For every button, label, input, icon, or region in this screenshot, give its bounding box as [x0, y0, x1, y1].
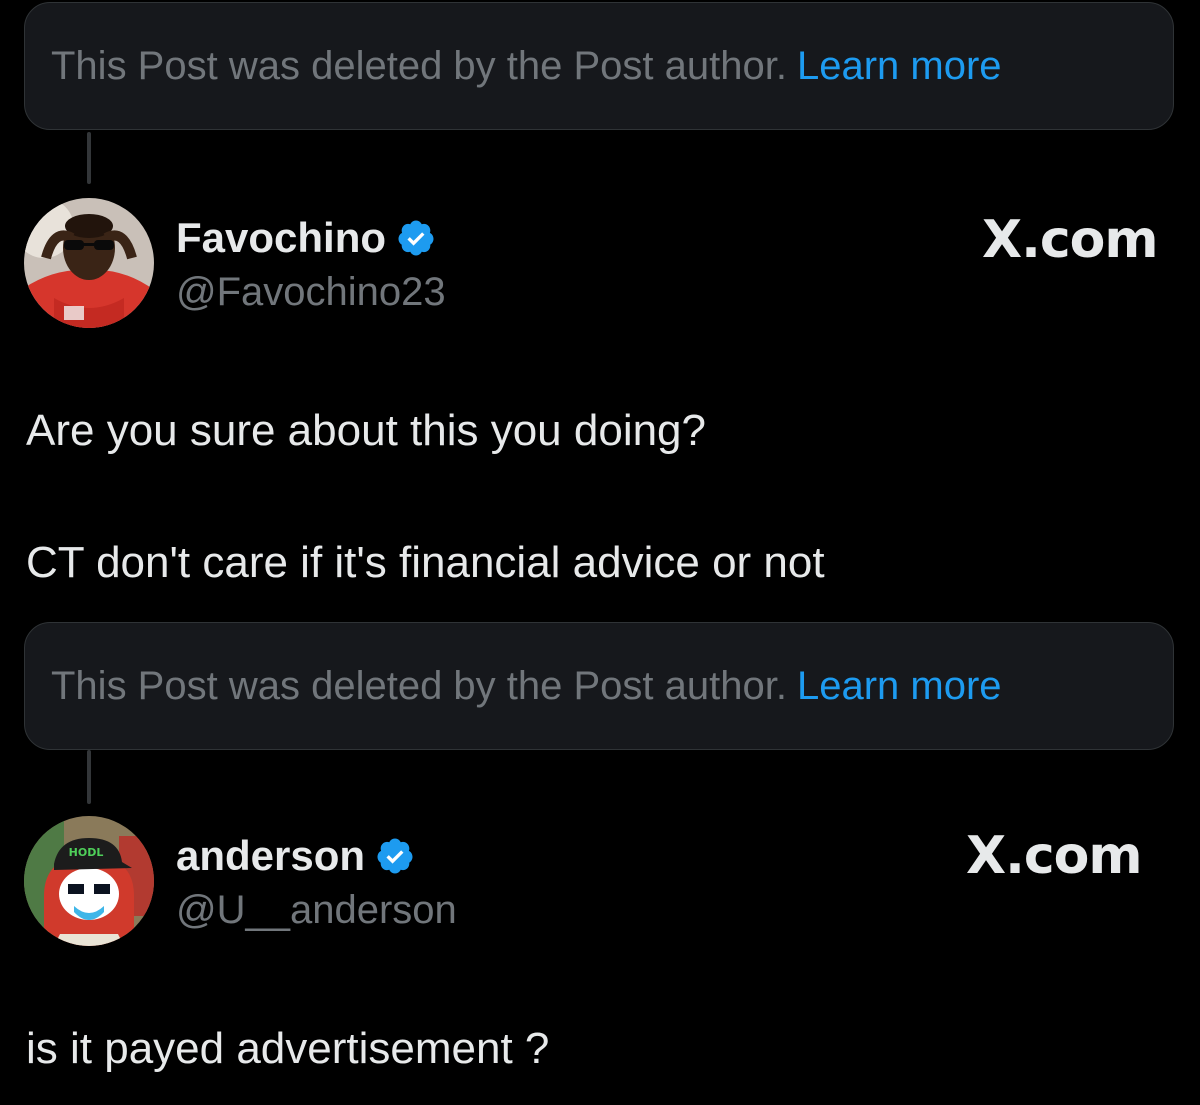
deleted-post-card: This Post was deleted by the Post author…	[24, 622, 1174, 750]
post-text-line: CT don't care if it's financial advice o…	[26, 538, 825, 587]
learn-more-link[interactable]: Learn more	[797, 44, 1002, 89]
user-handle[interactable]: @Favochino23	[176, 270, 446, 315]
xcom-brand-label: X.com	[982, 210, 1159, 270]
avatar[interactable]: HODL	[24, 816, 154, 946]
verified-badge-icon	[398, 220, 434, 256]
thread-connector	[87, 132, 91, 184]
verified-badge-icon	[377, 838, 413, 874]
display-name[interactable]: anderson	[176, 832, 365, 880]
thread-connector	[87, 750, 91, 804]
post-text-line: Are you sure about this you doing?	[26, 406, 707, 455]
avatar-cap-text: HODL	[69, 846, 104, 859]
deleted-post-text: This Post was deleted by the Post author…	[51, 43, 787, 88]
avatar[interactable]	[24, 198, 154, 328]
display-name-row: anderson	[176, 832, 415, 880]
learn-more-link[interactable]: Learn more	[797, 664, 1002, 709]
deleted-post-card: This Post was deleted by the Post author…	[24, 2, 1174, 130]
anderson-avatar-icon: HODL	[24, 816, 154, 946]
favochino-avatar-icon	[24, 198, 154, 328]
deleted-post-text: This Post was deleted by the Post author…	[51, 663, 787, 708]
post-text-line: is it payed advertisement ?	[26, 1024, 550, 1073]
xcom-brand-label: X.com	[966, 826, 1143, 886]
display-name[interactable]: Favochino	[176, 214, 386, 262]
thread-view: This Post was deleted by the Post author…	[0, 0, 1200, 1105]
user-handle[interactable]: @U__anderson	[176, 888, 457, 933]
display-name-row: Favochino	[176, 214, 436, 262]
